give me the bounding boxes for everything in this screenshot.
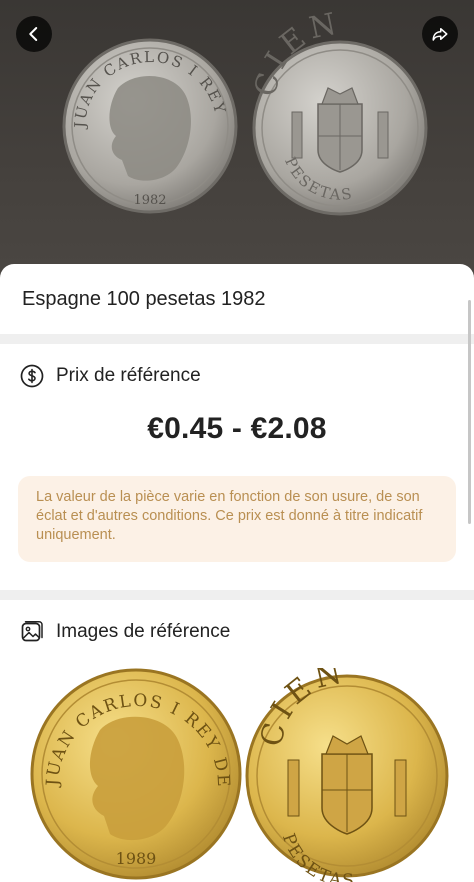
price-section-header: Prix de référence	[20, 364, 201, 388]
share-icon	[432, 28, 448, 41]
back-button[interactable]	[16, 16, 52, 52]
price-disclaimer: La valeur de la pièce varie en fonction …	[18, 476, 456, 562]
coin-photo: JUAN CARLOS I REY DE ESPAÑA 1982 CIEN PE…	[0, 0, 474, 290]
section-separator	[0, 334, 474, 344]
reference-coin-obverse: JUAN CARLOS I REY DE ESPAÑA 1989	[0, 652, 242, 880]
hero-coin-reverse: CIEN PESETAS	[248, 6, 428, 216]
back-arrow-icon	[29, 27, 38, 41]
hero-obverse-year: 1982	[133, 193, 166, 208]
dollar-circle-icon	[20, 364, 44, 388]
coin-photo-illustration: JUAN CARLOS I REY DE ESPAÑA 1982 CIEN PE…	[0, 0, 428, 216]
images-section-header: Images de référence	[20, 620, 230, 644]
images-section-label: Images de référence	[56, 621, 231, 642]
share-button[interactable]	[422, 16, 458, 52]
details-sheet: Espagne 100 pesetas 1982 Prix de référen…	[0, 264, 474, 882]
coin-title: Espagne 100 pesetas 1982	[22, 288, 266, 310]
price-section-label: Prix de référence	[56, 365, 201, 386]
reference-images[interactable]: JUAN CARLOS I REY DE ESPAÑA 1989 CIEN PE…	[0, 652, 474, 882]
price-range: €0.45 - €2.08	[147, 412, 327, 445]
scrollbar[interactable]	[468, 300, 471, 524]
reference-obverse-year: 1989	[116, 849, 157, 868]
reference-coin-illustration: JUAN CARLOS I REY DE ESPAÑA 1989 CIEN PE…	[0, 652, 449, 882]
reference-coin-reverse: CIEN PESETAS	[245, 655, 449, 882]
section-separator	[0, 590, 474, 600]
image-gallery-icon	[20, 620, 44, 644]
